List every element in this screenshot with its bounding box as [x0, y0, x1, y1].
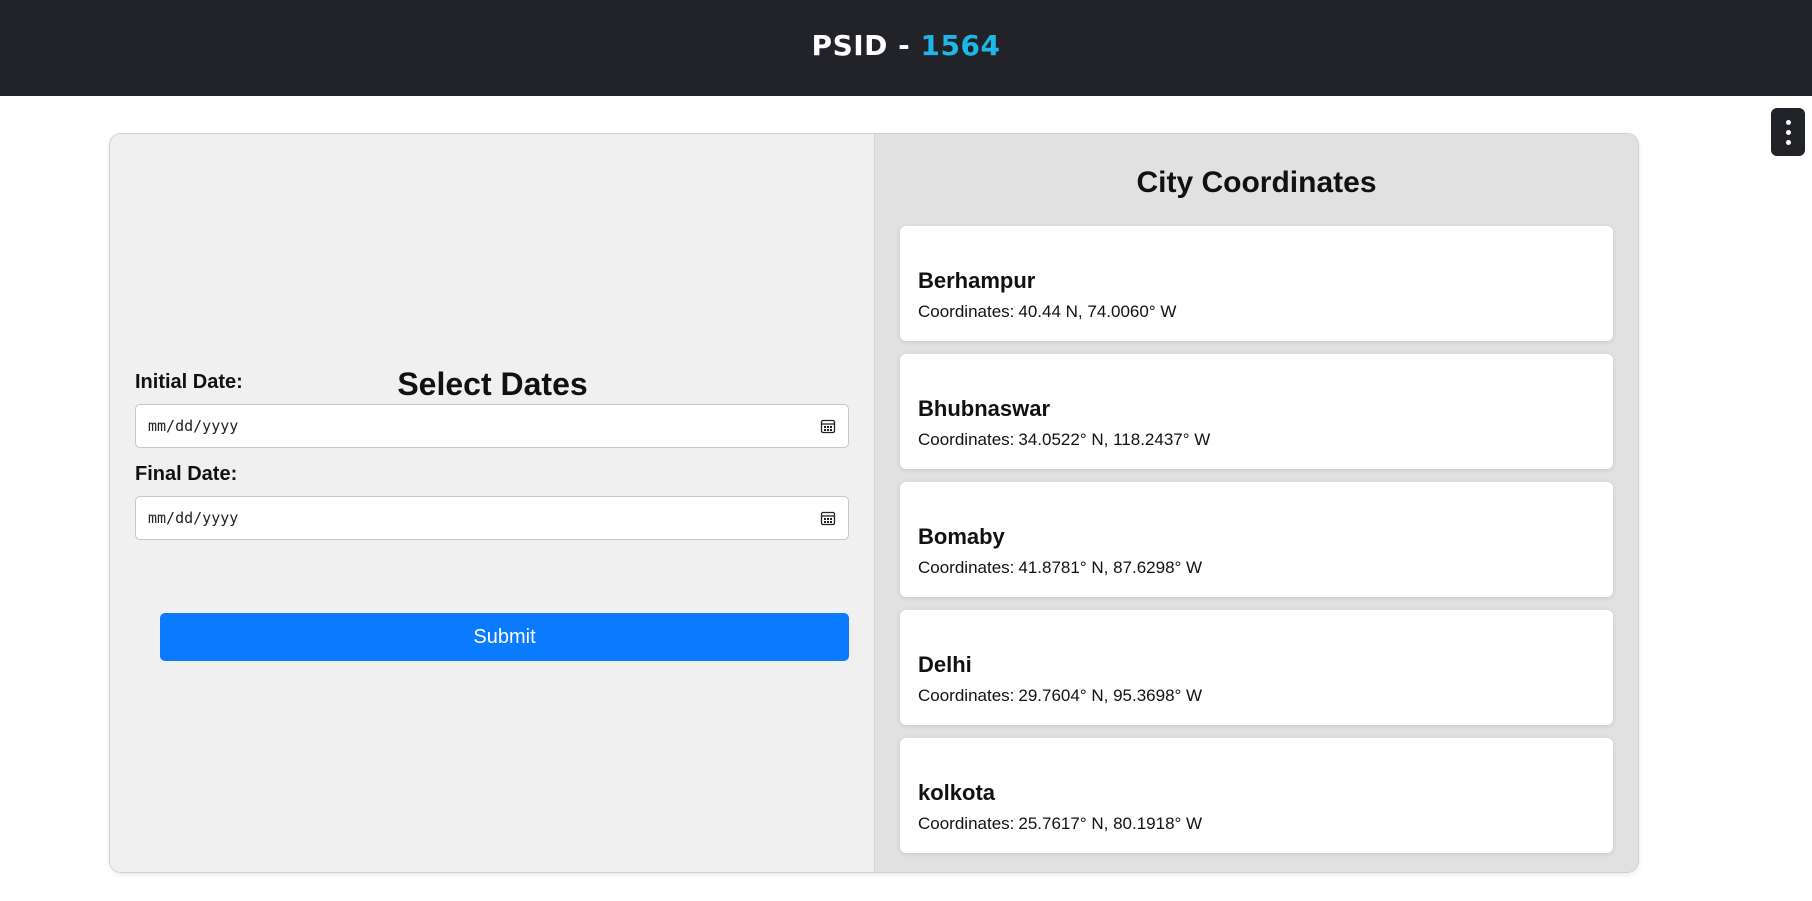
coordinates-value: 41.8781° N, 87.6298° W [1018, 558, 1203, 577]
initial-date-label: Initial Date: [135, 371, 243, 393]
city-list: Berhampur Coordinates: 40.44 N, 74.0060° … [900, 226, 1613, 866]
city-name: Bomaby [918, 524, 1005, 549]
city-card: Bomaby Coordinates: 41.8781° N, 87.6298° … [900, 482, 1613, 597]
final-date-placeholder: mm/dd/yyyy [148, 509, 239, 527]
coordinates-value: 34.0522° N, 118.2437° W [1018, 430, 1211, 449]
kebab-dot [1785, 139, 1791, 145]
psid-prefix: PSID - [811, 28, 921, 62]
submit-button[interactable]: Submit [160, 613, 849, 661]
final-date-input[interactable]: mm/dd/yyyy [135, 496, 849, 540]
city-name: Berhampur [918, 268, 1036, 293]
page-title: PSID - 1564 [812, 29, 1001, 62]
city-coordinates-panel: City Coordinates Berhampur Coordinates: 4… [875, 134, 1638, 872]
city-card: Berhampur Coordinates: 40.44 N, 74.0060° … [900, 226, 1613, 341]
calendar-icon[interactable] [820, 418, 836, 434]
city-coordinates: Coordinates: 29.7604° N, 95.3698° W [918, 686, 1595, 706]
city-card: Delhi Coordinates: 29.7604° N, 95.3698° W [900, 610, 1613, 725]
final-date-label: Final Date: [135, 463, 238, 485]
city-coordinates: Coordinates: 40.44 N, 74.0060° W [918, 302, 1595, 322]
coordinates-label: Coordinates: [918, 814, 1015, 833]
coordinates-label: Coordinates: [918, 558, 1015, 577]
coordinates-label: Coordinates: [918, 430, 1015, 449]
city-coordinates: Coordinates: 41.8781° N, 87.6298° W [918, 558, 1595, 578]
coordinates-value: 40.44 N, 74.0060° W [1018, 302, 1177, 321]
initial-date-input[interactable]: mm/dd/yyyy [135, 404, 849, 448]
coordinates-label: Coordinates: [918, 302, 1015, 321]
coordinates-title: City Coordinates [1136, 166, 1377, 199]
city-card: kolkota Coordinates: 25.7617° N, 80.1918°… [900, 738, 1613, 853]
city-name: kolkota [918, 780, 996, 805]
kebab-dot [1785, 129, 1791, 135]
initial-date-placeholder: mm/dd/yyyy [148, 417, 239, 435]
more-options-button[interactable] [1771, 108, 1805, 156]
coordinates-label: Coordinates: [918, 686, 1015, 705]
kebab-vertical-icon [1785, 119, 1791, 125]
city-name: Delhi [918, 652, 972, 677]
main-card: Select Dates Initial Date: mm/dd/yyyy Fi… [109, 133, 1639, 873]
city-card: Bhubnaswar Coordinates: 34.0522° N, 118.2… [900, 354, 1613, 469]
calendar-icon[interactable] [820, 510, 836, 526]
coordinates-value: 25.7617° N, 80.1918° W [1018, 814, 1203, 833]
psid-number: 1564 [920, 28, 1001, 62]
city-coordinates: Coordinates: 25.7617° N, 80.1918° W [918, 814, 1595, 834]
top-bar: PSID - 1564 [0, 0, 1812, 96]
coordinates-value: 29.7604° N, 95.3698° W [1018, 686, 1203, 705]
city-name: Bhubnaswar [918, 396, 1051, 421]
date-form-panel: Select Dates Initial Date: mm/dd/yyyy Fi… [110, 134, 875, 872]
city-coordinates: Coordinates: 34.0522° N, 118.2437° W [918, 430, 1595, 450]
